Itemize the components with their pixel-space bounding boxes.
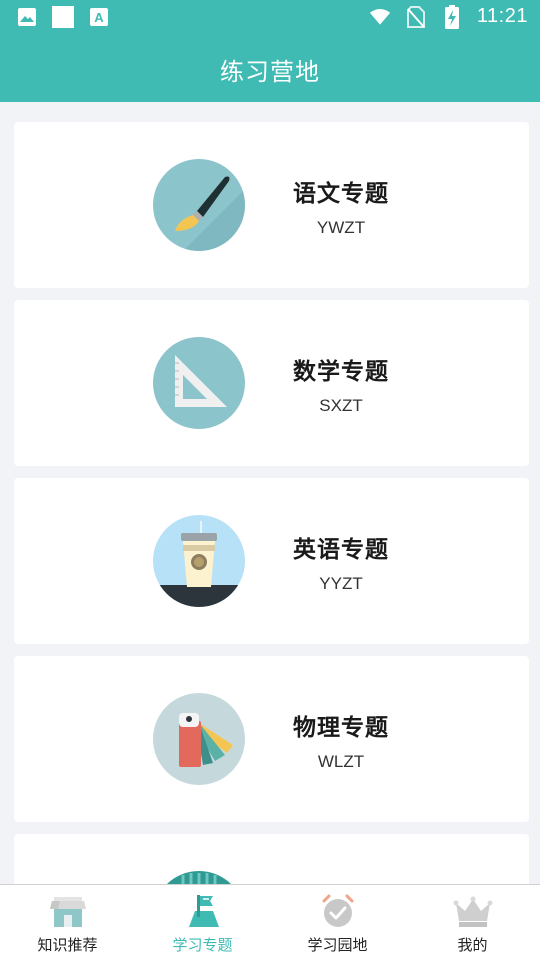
topic-list[interactable]: 语文专题 YWZT 数学专题 SXZT 英语专题 YYZT 物理专题 WLZT [0, 102, 540, 884]
topic-card-physics[interactable]: 物理专题 WLZT [14, 656, 529, 822]
page-title: 练习营地 [220, 57, 320, 86]
nav-item-study-garden[interactable]: 学习园地 [270, 885, 405, 960]
nav-item-mine[interactable]: 我的 [405, 885, 540, 960]
nav-label: 学习专题 [172, 936, 233, 954]
topic-title: 语文专题 [293, 181, 389, 207]
crown-icon [453, 893, 493, 929]
topic-title: 英语专题 [293, 537, 389, 563]
paintbrush-icon [153, 159, 245, 251]
nav-item-knowledge[interactable]: 知识推荐 [0, 885, 135, 960]
alarm-clock-icon [318, 893, 358, 929]
svg-text:A: A [94, 10, 104, 25]
nav-item-study-topics[interactable]: 学习专题 [135, 885, 270, 960]
topic-code: YYZT [319, 574, 363, 593]
set-square-icon [153, 337, 245, 429]
wifi-icon [369, 6, 391, 28]
topic-code: YWZT [316, 218, 366, 237]
text-a-icon: A [88, 6, 110, 28]
topic-title: 物理专题 [293, 715, 389, 741]
app-bar: 练习营地 [0, 36, 540, 102]
shop-icon [48, 893, 88, 929]
topic-card-partial[interactable] [14, 834, 529, 884]
topic-code: WLZT [317, 752, 365, 771]
status-right-icons: 11:21 [369, 4, 528, 29]
bottom-nav: 知识推荐 学习专题 学习园地 我的 [0, 884, 540, 960]
topic-title: 数学专题 [293, 359, 389, 385]
no-sim-icon [405, 5, 427, 28]
nav-label: 我的 [457, 936, 488, 954]
nav-label: 知识推荐 [37, 936, 98, 954]
topic-card-chinese[interactable]: 语文专题 YWZT [14, 122, 529, 288]
image-icon [16, 6, 38, 28]
status-time: 11:21 [476, 5, 528, 27]
battery-charging-icon [441, 4, 463, 29]
blank-notification-icon [52, 6, 74, 28]
topic-card-math[interactable]: 数学专题 SXZT [14, 300, 529, 466]
status-left-icons: A [16, 6, 110, 28]
status-bar: A 11:21 [0, 0, 540, 36]
flag-icon [183, 893, 223, 929]
topic-card-english[interactable]: 英语专题 YYZT [14, 478, 529, 644]
partial-topic-icon [153, 871, 245, 884]
topic-code: SXZT [319, 396, 363, 415]
coffee-cup-icon [153, 515, 245, 607]
color-swatch-icon [153, 693, 245, 785]
nav-label: 学习园地 [307, 936, 368, 954]
